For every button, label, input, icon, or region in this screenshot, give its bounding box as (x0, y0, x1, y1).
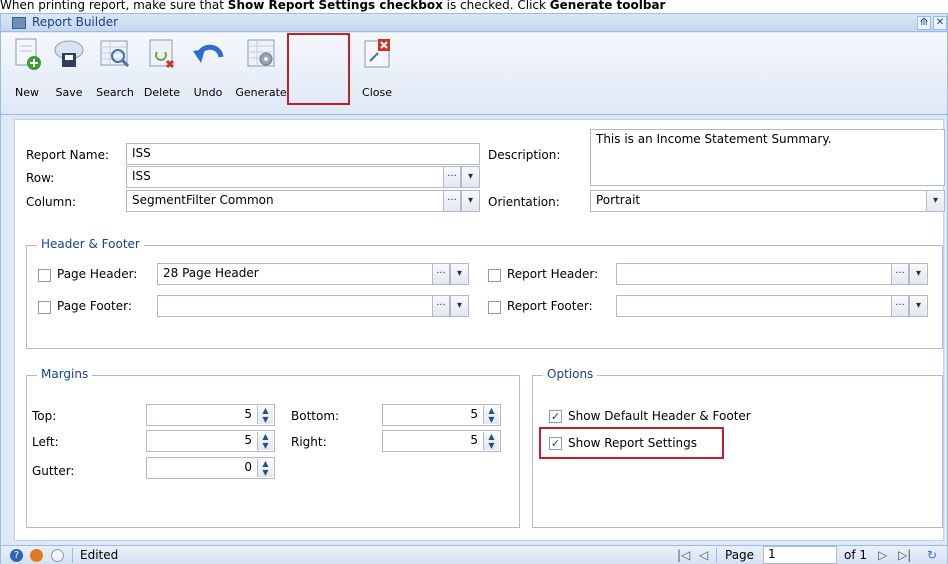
close-button[interactable]: Close (357, 37, 397, 105)
new-icon (15, 38, 41, 70)
column-combo[interactable]: SegmentFilter Common (126, 190, 444, 212)
pager-divider (716, 548, 717, 563)
generate-button[interactable]: Generate (233, 37, 289, 105)
gutter-margin-label: Gutter: (32, 464, 75, 478)
page-label: Page (725, 548, 755, 562)
instruction-caption: When printing report, make sure that Sho… (0, 0, 666, 12)
orientation-dropdown-icon[interactable]: ▾ (926, 190, 945, 212)
header-footer-fieldset: Header & Footer Page Header: 28 Page Hea… (26, 237, 943, 349)
report-footer-combo[interactable] (616, 295, 892, 317)
refresh-icon[interactable]: ↻ (927, 548, 937, 562)
new-button[interactable]: New (7, 37, 47, 105)
close-icon (364, 39, 390, 68)
left-margin-label: Left: (32, 435, 59, 449)
gutter-spinner-arrows-icon[interactable]: ▲ ▼ (257, 459, 273, 477)
bottom-margin-label: Bottom: (291, 409, 340, 423)
report-footer-checkbox[interactable] (488, 301, 501, 314)
bottom-margin-spinner[interactable]: 5 ▲ ▼ (382, 404, 501, 426)
report-header-label: Report Header: (507, 267, 599, 281)
page-footer-lookup-button[interactable]: ··· (432, 295, 450, 317)
lightbulb-icon[interactable] (51, 549, 64, 562)
row-label: Row: (26, 171, 55, 185)
report-form: Report Name: ISS Row: ISS ··· ▾ Column: … (14, 119, 945, 541)
description-textarea[interactable]: This is an Income Statement Summary. (590, 129, 945, 186)
description-label: Description: (488, 148, 561, 162)
column-label: Column: (26, 195, 76, 209)
window-close-icon[interactable]: ✕ (933, 16, 947, 30)
save-button[interactable]: Save (49, 37, 89, 105)
next-page-icon[interactable]: ▷ (878, 548, 887, 562)
page-footer-label: Page Footer: (57, 299, 132, 313)
first-page-icon[interactable]: |◁ (677, 548, 690, 562)
page-count: of 1 (844, 548, 868, 562)
search-button[interactable]: Search (92, 37, 138, 105)
show-default-header-footer-label: Show Default Header & Footer (568, 409, 751, 423)
restore-icon[interactable]: ⟰ (917, 16, 931, 30)
show-report-settings-highlight (539, 427, 724, 459)
help-icon[interactable]: ? (10, 549, 23, 562)
column-dropdown-icon[interactable]: ▾ (461, 190, 480, 212)
prev-page-icon[interactable]: ◁ (699, 548, 708, 562)
undo-icon (193, 44, 224, 63)
delete-icon (149, 39, 175, 69)
options-legend: Options (543, 367, 598, 381)
save-icon (54, 40, 84, 67)
generate-icon (247, 39, 275, 67)
search-icon (100, 40, 130, 68)
support-icon[interactable] (30, 549, 43, 562)
generate-highlight (287, 33, 350, 105)
right-margin-label: Right: (291, 435, 327, 449)
right-margin-spinner[interactable]: 5 ▲ ▼ (382, 430, 501, 452)
page-number-input[interactable]: 1 (763, 546, 837, 564)
orientation-select[interactable]: Portrait (590, 190, 927, 212)
page-header-combo[interactable]: 28 Page Header (157, 263, 433, 285)
status-bar: ? Edited |◁ ◁ Page 1 of 1 ▷ ▷| ↻ (1, 545, 947, 564)
options-fieldset: Options ✓ Show Default Header & Footer ✓… (532, 367, 943, 528)
left-margin-spinner[interactable]: 5 ▲ ▼ (146, 430, 275, 452)
report-footer-dropdown-icon[interactable]: ▾ (909, 295, 928, 317)
status-divider (72, 548, 73, 563)
report-header-checkbox[interactable] (488, 269, 501, 282)
report-header-dropdown-icon[interactable]: ▾ (909, 263, 928, 285)
top-margin-spinner[interactable]: 5 ▲ ▼ (146, 404, 275, 426)
report-footer-label: Report Footer: (507, 299, 593, 313)
show-default-header-footer-checkbox[interactable]: ✓ (549, 410, 562, 423)
window-title: Report Builder (32, 15, 119, 29)
row-lookup-button[interactable]: ··· (443, 166, 461, 188)
column-lookup-button[interactable]: ··· (443, 190, 461, 212)
page-header-lookup-button[interactable]: ··· (432, 263, 450, 285)
report-name-input[interactable]: ISS (126, 143, 480, 165)
report-icon (12, 17, 26, 29)
report-builder-window: Report Builder ⟰ ✕ New Save Search Delet… (0, 13, 948, 564)
row-dropdown-icon[interactable]: ▾ (461, 166, 480, 188)
header-footer-legend: Header & Footer (37, 237, 144, 251)
report-footer-lookup-button[interactable]: ··· (891, 295, 909, 317)
page-header-label: Page Header: (57, 267, 138, 281)
status-text: Edited (80, 548, 119, 562)
left-spinner-arrows-icon[interactable]: ▲ ▼ (257, 432, 273, 450)
report-header-lookup-button[interactable]: ··· (891, 263, 909, 285)
last-page-icon[interactable]: ▷| (898, 548, 911, 562)
page-header-checkbox[interactable] (38, 269, 51, 282)
margins-fieldset: Margins Top: 5 ▲ ▼ Bottom: 5 ▲ ▼ Left: 5 ▲ ▼ R… (26, 367, 520, 528)
page-footer-dropdown-icon[interactable]: ▾ (450, 295, 469, 317)
report-name-label: Report Name: (26, 148, 110, 162)
delete-button[interactable]: Delete (140, 37, 184, 105)
right-spinner-arrows-icon[interactable]: ▲ ▼ (483, 432, 499, 450)
report-header-combo[interactable] (616, 263, 892, 285)
top-margin-label: Top: (32, 409, 57, 423)
undo-button[interactable]: Undo (188, 37, 228, 105)
page-footer-checkbox[interactable] (38, 301, 51, 314)
page-footer-combo[interactable] (157, 295, 433, 317)
title-bar: Report Builder ⟰ ✕ (1, 14, 947, 32)
toolbar: New Save Search Delete Undo Generate Clo… (1, 33, 947, 115)
page-header-dropdown-icon[interactable]: ▾ (450, 263, 469, 285)
margins-legend: Margins (37, 367, 93, 381)
gutter-margin-spinner[interactable]: 0 ▲ ▼ (146, 457, 275, 479)
top-spinner-arrows-icon[interactable]: ▲ ▼ (257, 406, 273, 424)
orientation-label: Orientation: (488, 195, 560, 209)
bottom-spinner-arrows-icon[interactable]: ▲ ▼ (483, 406, 499, 424)
row-combo[interactable]: ISS (126, 166, 444, 188)
